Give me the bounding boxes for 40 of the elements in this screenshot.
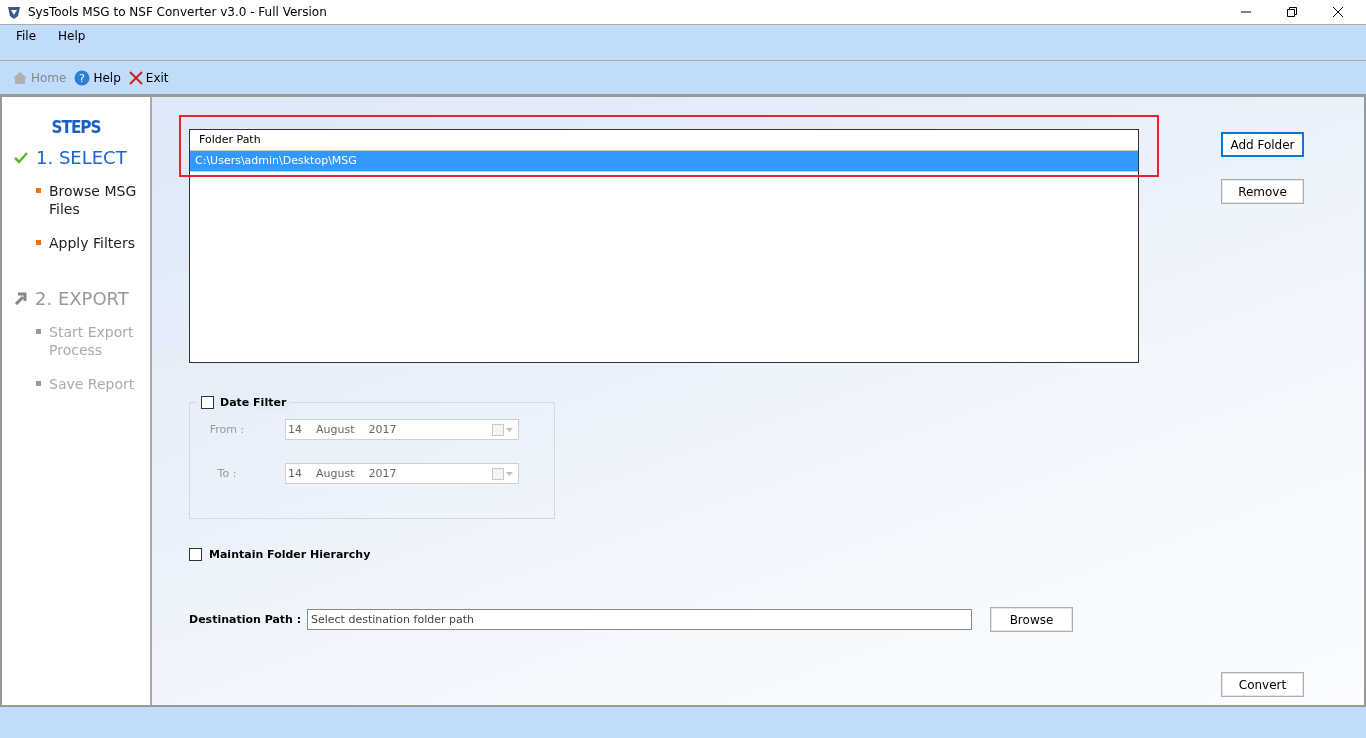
- app-logo-icon: [6, 4, 22, 20]
- destination-label: Destination Path :: [189, 613, 303, 626]
- menu-item[interactable]: File: [16, 29, 37, 43]
- toolbar-button[interactable]: ? Help: [74, 69, 121, 86]
- substep-label: Save Report: [49, 375, 136, 393]
- checkbox[interactable]: [201, 395, 214, 409]
- checkmark-icon: [14, 151, 28, 164]
- to-label: To :: [216, 467, 238, 480]
- substep-label: Start Export Process: [49, 323, 135, 359]
- browse-button[interactable]: Browse: [990, 607, 1073, 632]
- arrow-icon: [14, 292, 27, 305]
- step-title: 2. EXPORT: [35, 288, 129, 309]
- window-title: SysTools MSG to NSF Converter v3.0 - Full Version: [28, 5, 327, 19]
- destination-field[interactable]: Select destination folder path: [307, 609, 972, 630]
- checkbox-label: Maintain Folder Hierarchy: [209, 548, 371, 561]
- help-icon: ?: [74, 69, 91, 86]
- house-icon: [12, 69, 28, 86]
- step-title: 1. SELECT: [36, 147, 127, 168]
- from-label: From :: [208, 423, 246, 436]
- menu-item[interactable]: Help: [58, 29, 86, 43]
- action-button[interactable]: Remove: [1221, 179, 1304, 204]
- convert-button[interactable]: Convert: [1221, 672, 1304, 697]
- substep-label: Apply Filters: [49, 234, 136, 252]
- calendar-icon: [492, 467, 514, 480]
- bullet-icon: [36, 240, 41, 245]
- date-picker[interactable]: 14 August 2017: [285, 419, 519, 440]
- bullet-icon: [36, 381, 41, 386]
- close-icon: [128, 70, 143, 85]
- date-picker[interactable]: 14 August 2017: [285, 463, 519, 484]
- steps-heading: STEPS: [50, 117, 102, 137]
- bullet-icon: [36, 329, 41, 334]
- bullet-icon: [36, 188, 41, 193]
- action-button[interactable]: Add Folder: [1221, 132, 1304, 157]
- close-icon[interactable]: [1332, 6, 1344, 18]
- calendar-icon: [492, 423, 514, 436]
- checkbox[interactable]: [189, 548, 202, 561]
- restore-icon[interactable]: [1286, 6, 1298, 18]
- toolbar-button[interactable]: Exit: [128, 70, 169, 85]
- substep-label: Browse MSG Files: [49, 182, 138, 218]
- checkbox-label: Date Filter: [220, 395, 287, 409]
